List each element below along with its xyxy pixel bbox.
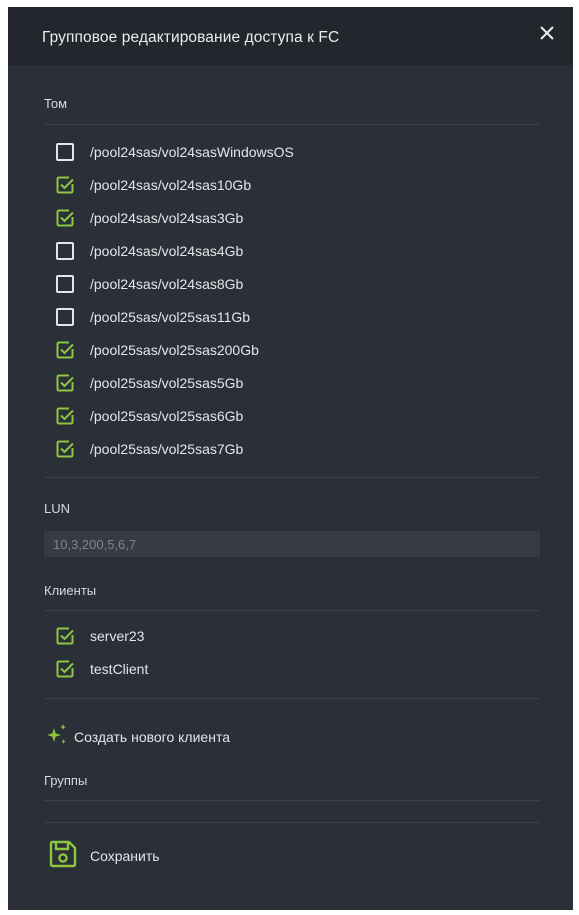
volume-item-label: /pool25sas/vol25sas7Gb — [90, 441, 244, 457]
volumes-label: Том — [44, 96, 68, 111]
volumes-bottom-divider — [44, 477, 540, 478]
client-item-label: testClient — [90, 661, 149, 677]
create-client-button[interactable]: Создать нового клиента — [44, 722, 230, 753]
checkbox-unchecked-icon[interactable] — [56, 143, 74, 161]
volume-item-label: /pool25sas/vol25sas11Gb — [90, 309, 251, 325]
volume-item-label: /pool24sas/vol24sas10Gb — [90, 177, 252, 193]
checkbox-checked-icon[interactable] — [56, 341, 74, 359]
client-item[interactable]: server23 — [56, 625, 144, 647]
checkbox-checked-icon[interactable] — [56, 209, 74, 227]
client-item-label: server23 — [90, 628, 145, 644]
volume-item-label: /pool24sas/vol24sas3Gb — [90, 210, 244, 226]
volume-item[interactable]: /pool24sas/vol24sas10Gb — [56, 174, 251, 196]
volume-item-label: /pool24sas/vol24sas8Gb — [90, 276, 244, 292]
checkbox-checked-icon[interactable] — [56, 176, 74, 194]
volume-item-label: /pool25sas/vol25sas5Gb — [90, 375, 244, 391]
checkbox-checked-icon[interactable] — [56, 627, 74, 645]
volume-item[interactable]: /pool25sas/vol25sas11Gb — [56, 306, 250, 328]
checkbox-checked-icon[interactable] — [56, 440, 74, 458]
lun-label: LUN — [44, 501, 71, 516]
volume-item[interactable]: /pool24sas/vol24sasWindowsOS — [56, 141, 294, 163]
volume-item[interactable]: /pool25sas/vol25sas6Gb — [56, 405, 243, 427]
checkbox-unchecked-icon[interactable] — [56, 242, 74, 260]
dialog-header: Групповое редактирование доступа к FC — [8, 7, 573, 65]
sparkle-icon — [44, 722, 70, 753]
checkbox-checked-icon[interactable] — [56, 407, 74, 425]
clients-bottom-divider — [44, 698, 540, 699]
checkbox-unchecked-icon[interactable] — [56, 275, 74, 293]
create-client-label: Создать нового клиента — [74, 729, 230, 745]
lun-input[interactable] — [44, 531, 540, 557]
groups-divider — [44, 800, 540, 801]
client-item[interactable]: testClient — [56, 658, 148, 680]
volume-item-label: /pool25sas/vol25sas6Gb — [90, 408, 244, 424]
groups-label: Группы — [44, 773, 88, 788]
save-button[interactable]: Сохранить — [48, 839, 160, 874]
bulk-edit-dialog: Групповое редактирование доступа к FC То… — [8, 7, 573, 910]
clients-label: Клиенты — [44, 583, 97, 598]
volume-item[interactable]: /pool24sas/vol24sas4Gb — [56, 240, 243, 262]
save-icon — [48, 839, 78, 874]
save-label: Сохранить — [90, 848, 160, 864]
volume-item[interactable]: /pool25sas/vol25sas7Gb — [56, 438, 243, 460]
volume-item[interactable]: /pool24sas/vol24sas3Gb — [56, 207, 243, 229]
volume-item[interactable]: /pool25sas/vol25sas5Gb — [56, 372, 243, 394]
volume-item-label: /pool24sas/vol24sas4Gb — [90, 243, 244, 259]
volume-item-label: /pool25sas/vol25sas200Gb — [90, 342, 259, 358]
close-icon[interactable] — [535, 21, 559, 45]
volume-item[interactable]: /pool25sas/vol25sas200Gb — [56, 339, 259, 361]
volumes-divider — [44, 124, 540, 125]
volume-item[interactable]: /pool24sas/vol24sas8Gb — [56, 273, 243, 295]
dialog-title: Групповое редактирование доступа к FC — [42, 29, 340, 46]
checkbox-checked-icon[interactable] — [56, 374, 74, 392]
clients-divider — [44, 610, 540, 611]
groups-bottom-divider — [44, 822, 540, 823]
volume-item-label: /pool24sas/vol24sasWindowsOS — [90, 144, 294, 160]
checkbox-checked-icon[interactable] — [56, 660, 74, 678]
checkbox-unchecked-icon[interactable] — [56, 308, 74, 326]
